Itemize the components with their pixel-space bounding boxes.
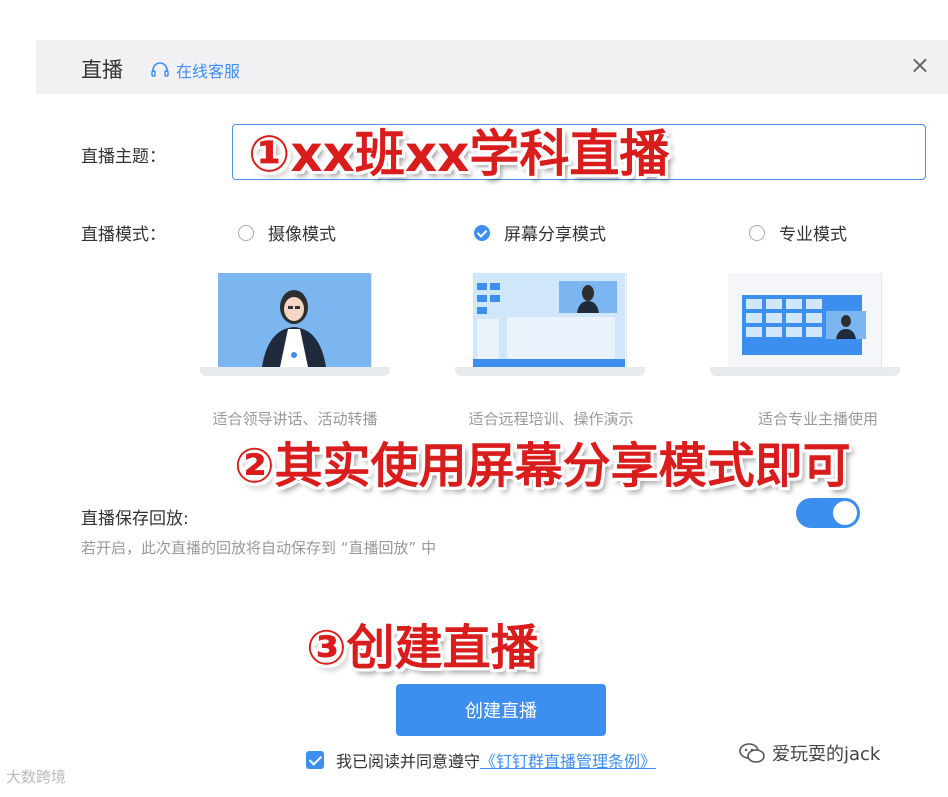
annotation-3: ③创建直播 [306, 620, 539, 676]
dialog-header: 直播 在线客服 × [36, 40, 948, 94]
online-support-link[interactable]: 在线客服 [150, 58, 240, 82]
topic-label: 直播主题： [81, 147, 166, 167]
online-support-label: 在线客服 [176, 62, 241, 81]
agree-checkbox[interactable] [306, 751, 324, 769]
mode-option-screen-share[interactable]: 屏幕分享模式 [474, 220, 606, 245]
save-replay-hint: 若开启，此次直播的回放将自动保存到 “直播回放” 中 [81, 539, 437, 557]
wechat-icon [739, 743, 765, 763]
rules-link[interactable]: 《钉钉群直播管理条例》 [480, 748, 656, 772]
mode-option-professional-label: 专业模式 [779, 225, 847, 245]
radio-camera[interactable] [238, 224, 254, 241]
watermark-right: 爱玩耍的jack [738, 740, 880, 766]
agree-text: 我已阅读并同意遵守 [336, 752, 481, 771]
watermark-left: 大数跨境 [6, 766, 66, 787]
close-icon[interactable]: × [910, 53, 930, 77]
camera-mode-thumbnail [200, 273, 390, 385]
mode-option-screen-share-label: 屏幕分享模式 [504, 225, 606, 245]
dialog-title: 直播 [81, 58, 123, 82]
headset-icon [151, 62, 169, 77]
mode-label: 直播模式： [81, 225, 166, 245]
annotation-2: ②其实使用屏幕分享模式即可 [234, 438, 851, 494]
radio-screen-share[interactable] [474, 224, 490, 241]
save-replay-toggle[interactable] [796, 498, 860, 528]
annotation-1: ①xx班xx学科直播 [248, 125, 670, 183]
mode-option-professional[interactable]: 专业模式 [749, 220, 847, 245]
mode-option-camera[interactable]: 摄像模式 [238, 220, 336, 245]
save-replay-label: 直播保存回放: [81, 509, 189, 529]
watermark-right-text: 爱玩耍的jack [772, 744, 881, 765]
screen-share-thumbnail [455, 273, 645, 385]
mode-option-camera-label: 摄像模式 [268, 225, 336, 245]
watermark-left-text: 大数跨境 [6, 768, 67, 786]
create-live-button[interactable]: 创建直播 [396, 684, 606, 736]
agreement-row: 我已阅读并同意遵守 《钉钉群直播管理条例》 [306, 748, 656, 772]
professional-mode-thumbnail [710, 273, 900, 385]
radio-professional[interactable] [749, 224, 765, 241]
toggle-knob [833, 501, 857, 525]
